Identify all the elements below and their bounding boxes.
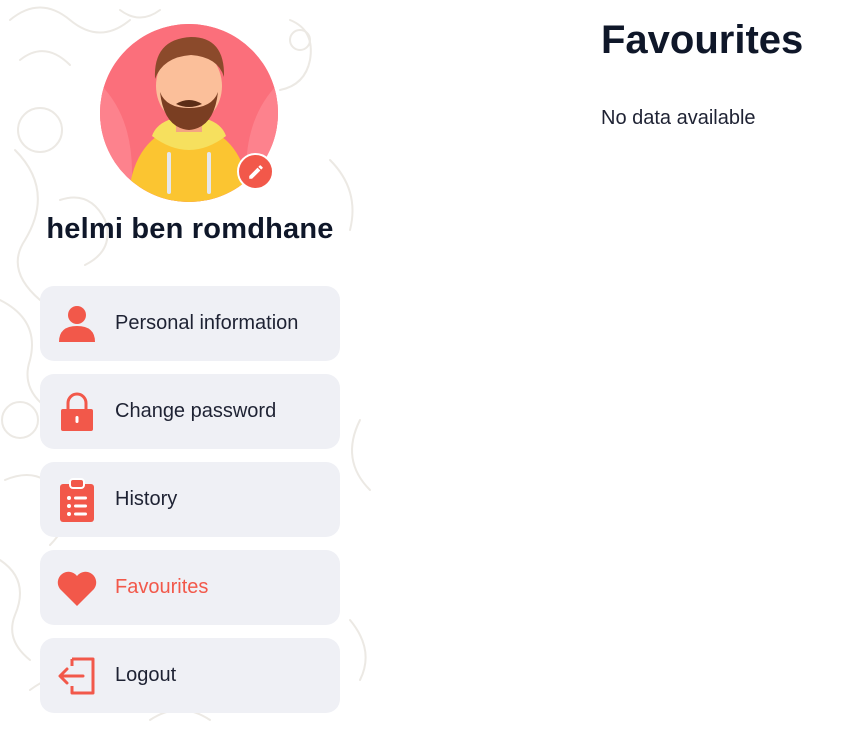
- menu-item-logout[interactable]: Logout: [40, 638, 340, 713]
- menu-item-favourites[interactable]: Favourites: [40, 550, 340, 625]
- profile-avatar-container: [100, 12, 280, 202]
- profile-name: helmi ben romdhane: [46, 213, 334, 245]
- heart-icon: [56, 567, 98, 609]
- logout-icon: [56, 655, 98, 697]
- page-title: Favourites: [601, 18, 804, 62]
- menu-item-label: Change password: [115, 400, 277, 422]
- empty-state-text: No data available: [601, 107, 756, 129]
- edit-avatar-button[interactable]: [237, 153, 274, 190]
- menu-item-label: Favourites: [115, 576, 209, 598]
- menu-item-label: Personal information: [115, 312, 299, 334]
- menu-item-history[interactable]: History: [40, 462, 340, 537]
- lock-icon: [56, 391, 98, 433]
- clipboard-list-icon: [56, 477, 98, 522]
- menu-item-personal-information[interactable]: Personal information: [40, 286, 340, 361]
- user-icon: [56, 303, 98, 345]
- menu-item-change-password[interactable]: Change password: [40, 374, 340, 449]
- menu-item-label: Logout: [115, 664, 177, 686]
- menu-item-label: History: [115, 488, 178, 510]
- profile-menu: Personal information Change password His…: [40, 286, 340, 726]
- pencil-icon: [248, 164, 263, 179]
- profile-page: helmi ben romdhane Personal information …: [0, 0, 863, 745]
